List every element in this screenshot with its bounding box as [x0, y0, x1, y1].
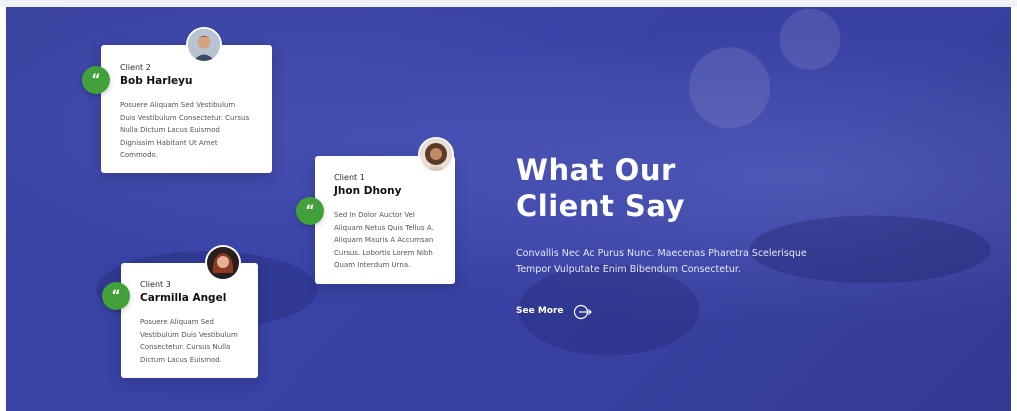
quote-icon: “: [102, 282, 130, 310]
see-more-link[interactable]: See More: [516, 306, 564, 316]
testimonial-text: Sed In Dolor Auctor Vel Aliquam Netus Qu…: [334, 211, 434, 269]
arrow-circle-right-icon[interactable]: [573, 304, 593, 320]
quote-icon: “: [82, 66, 110, 94]
section-description: Convallis Nec Ac Purus Nunc. Maecenas Ph…: [516, 248, 807, 275]
top-strip: [0, 0, 1017, 7]
client-name: Jhon Dhony: [334, 185, 402, 197]
testimonial-text: Posuere Aliquam Sed Vestibulum Duis Vest…: [120, 101, 250, 159]
avatar-image: [420, 139, 452, 171]
avatar-image: [188, 29, 220, 61]
avatar-client-1: [418, 137, 454, 173]
avatar-image: [207, 247, 239, 279]
headline-line-1: What Our: [516, 153, 676, 187]
client-tag: Client 2: [120, 63, 151, 72]
testimonial-card-client-3: Client 3 Carmilla Angel Posuere Aliquam …: [121, 263, 258, 378]
testimonial-text: Posuere Aliquam Sed Vestibulum Duis Vest…: [140, 318, 238, 364]
avatar-client-2: [186, 27, 222, 63]
client-name: Bob Harleyu: [120, 75, 193, 87]
client-name: Carmilla Angel: [140, 292, 227, 304]
quote-icon: “: [296, 197, 324, 225]
client-tag: Client 3: [140, 280, 171, 289]
testimonial-card-client-2: Client 2 Bob Harleyu Posuere Aliquam Sed…: [101, 45, 272, 173]
client-tag: Client 1: [334, 173, 365, 182]
testimonials-section: Client 2 Bob Harleyu Posuere Aliquam Sed…: [6, 7, 1011, 411]
headline-line-2: Client Say: [516, 189, 685, 223]
section-headline: What Our Client Say: [516, 152, 685, 224]
testimonial-card-client-1: Client 1 Jhon Dhony Sed In Dolor Auctor …: [315, 156, 455, 284]
avatar-client-3: [205, 245, 241, 281]
